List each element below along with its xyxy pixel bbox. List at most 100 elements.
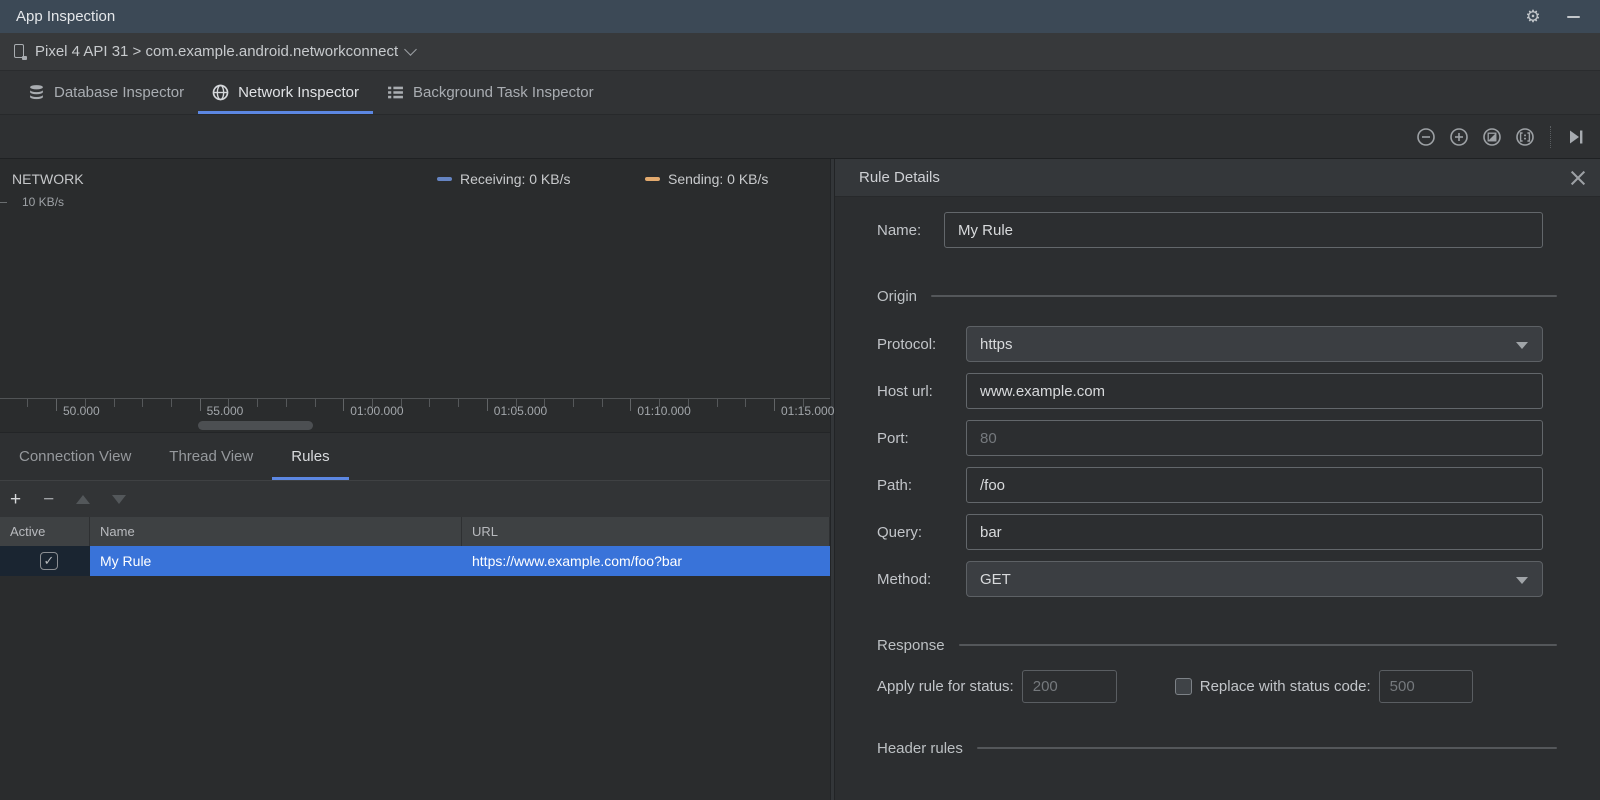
major-tick: [486, 399, 488, 411]
protocol-value: https: [980, 335, 1013, 353]
rule-details-body: Name: Origin Protocol: https Host url: Port…: [835, 197, 1600, 758]
settings-gear-icon[interactable]: ⚙: [1522, 6, 1544, 28]
database-icon: [30, 85, 43, 100]
network-panel: NETWORK 10 KB/s Receiving: 0 KB/s Sending…: [0, 159, 834, 800]
network-chart[interactable]: NETWORK 10 KB/s Receiving: 0 KB/s Sending…: [0, 159, 830, 398]
method-label: Method:: [877, 570, 932, 588]
chevron-down-icon: [404, 43, 417, 56]
task-list-icon: [388, 86, 403, 99]
minor-tick: [27, 399, 29, 407]
replace-status-checkbox[interactable]: [1174, 678, 1192, 695]
query-label: Query:: [877, 523, 923, 541]
remove-rule-button[interactable]: −: [43, 490, 54, 509]
move-rule-up-button[interactable]: [76, 494, 91, 504]
legend-label: Receiving: 0 KB/s: [460, 171, 571, 187]
field-row-path: Path:: [877, 467, 1543, 503]
close-icon[interactable]: [1570, 170, 1586, 186]
view-tab-thread-view[interactable]: Thread View: [150, 433, 272, 480]
zoom-in-icon[interactable]: [1449, 127, 1469, 147]
view-tab-connection-view[interactable]: Connection View: [0, 433, 150, 480]
minimize-icon[interactable]: [1562, 6, 1584, 28]
minor-tick: [257, 399, 259, 407]
globe-icon: [212, 84, 229, 101]
window-title: App Inspection: [16, 8, 116, 25]
minor-tick: [573, 399, 574, 407]
field-row-host-url: Host url:: [877, 373, 1543, 409]
legend-dash-icon: [645, 177, 660, 181]
view-tab-rules[interactable]: Rules: [272, 433, 349, 480]
reset-zoom-icon[interactable]: [1482, 127, 1502, 147]
zoom-out-icon[interactable]: [1416, 127, 1436, 147]
timeline-scrollbar-thumb[interactable]: [198, 421, 313, 430]
replace-status-label: Replace with status code:: [1199, 678, 1371, 695]
legend-dash-icon: [437, 177, 452, 181]
move-rule-down-button[interactable]: [112, 494, 127, 504]
section-origin: Origin: [877, 286, 1557, 306]
minor-tick: [716, 399, 718, 407]
y-axis-tick: [0, 202, 7, 203]
phone-device-icon: [14, 43, 27, 60]
tab-label: Network Inspector: [238, 84, 359, 101]
host-url-label: Host url:: [877, 382, 933, 400]
tab-label: Database Inspector: [54, 84, 185, 101]
rule-details-header: Rule Details: [835, 159, 1600, 197]
major-tick: [56, 399, 57, 411]
view-tab-bar: Connection View Thread View Rules: [0, 432, 830, 480]
path-input[interactable]: [966, 467, 1543, 503]
major-tick: [630, 399, 632, 411]
tab-background-task-inspector[interactable]: Background Task Inspector: [373, 71, 608, 114]
network-legend: Receiving: 0 KB/s Sending: 0 KB/s: [0, 171, 830, 189]
port-input[interactable]: [966, 420, 1543, 456]
inspector-tab-bar: Database Inspector Network Inspector Bac…: [0, 71, 1600, 115]
rules-table-body: My Rulehttps://www.example.com/foo?bar: [0, 546, 830, 576]
response-section-line: [958, 644, 1557, 646]
main-area: NETWORK 10 KB/s Receiving: 0 KB/s Sending…: [0, 159, 1600, 800]
device-process-selector[interactable]: Pixel 4 API 31 > com.example.android.net…: [0, 33, 1600, 71]
add-rule-button[interactable]: +: [10, 490, 21, 509]
rules-table: ActiveNameURL My Rulehttps://www.example…: [0, 517, 830, 800]
legend-item: Sending: 0 KB/s: [645, 171, 768, 187]
apply-status-label: Apply rule for status:: [877, 678, 1014, 695]
protocol-dropdown[interactable]: https: [966, 326, 1543, 362]
chevron-down-icon: [1516, 342, 1528, 349]
rule-active-checkbox[interactable]: [40, 552, 58, 570]
major-tick: [199, 399, 201, 411]
time-tick-label: 55.000: [206, 404, 244, 418]
section-header-rules: Header rules: [877, 738, 1557, 758]
host-url-input[interactable]: [966, 373, 1543, 409]
replace-status-input[interactable]: [1378, 670, 1473, 703]
method-dropdown[interactable]: GET: [966, 561, 1543, 597]
time-tick-label: 01:15.000: [781, 404, 835, 418]
response-status-row: Apply rule for status: Replace with stat…: [877, 670, 1543, 703]
name-input[interactable]: [944, 212, 1543, 248]
table-row[interactable]: My Rulehttps://www.example.com/foo?bar: [0, 546, 830, 576]
rule-name-cell: My Rule: [90, 546, 462, 576]
response-section-label: Response: [877, 636, 945, 654]
legend-item: Receiving: 0 KB/s: [437, 171, 571, 187]
field-row-port: Port:: [877, 420, 1543, 456]
column-header-active[interactable]: Active: [0, 517, 90, 546]
column-header-name[interactable]: Name: [90, 517, 462, 546]
minor-tick: [745, 399, 747, 407]
column-header-url[interactable]: URL: [462, 517, 830, 546]
zoom-to-selection-icon[interactable]: [1515, 127, 1535, 147]
tab-network-inspector[interactable]: Network Inspector: [198, 71, 373, 114]
y-axis-label: 10 KB/s: [22, 195, 65, 209]
time-tick-label: 01:00.000: [350, 404, 404, 418]
header-rules-section-line: [976, 747, 1557, 749]
minor-tick: [458, 399, 460, 407]
rules-toolbar: + −: [0, 480, 830, 517]
query-input[interactable]: [966, 514, 1543, 550]
minor-tick: [142, 399, 144, 407]
timeline-toolbar: [0, 115, 1600, 159]
go-live-icon[interactable]: [1566, 127, 1586, 147]
name-label: Name:: [877, 221, 922, 239]
origin-fields: Protocol: https Host url: Port: Path: Query: M…: [877, 326, 1543, 597]
rule-url-cell: https://www.example.com/foo?bar: [462, 546, 830, 576]
time-tick-label: 50.000: [63, 404, 100, 418]
time-axis: 50.000 55.000 01:00.000 01:05.000 01:10.000 0…: [0, 398, 834, 432]
port-label: Port:: [877, 429, 909, 447]
origin-section-line: [931, 295, 1557, 297]
tab-database-inspector[interactable]: Database Inspector: [14, 71, 198, 114]
apply-status-input[interactable]: [1021, 670, 1117, 703]
